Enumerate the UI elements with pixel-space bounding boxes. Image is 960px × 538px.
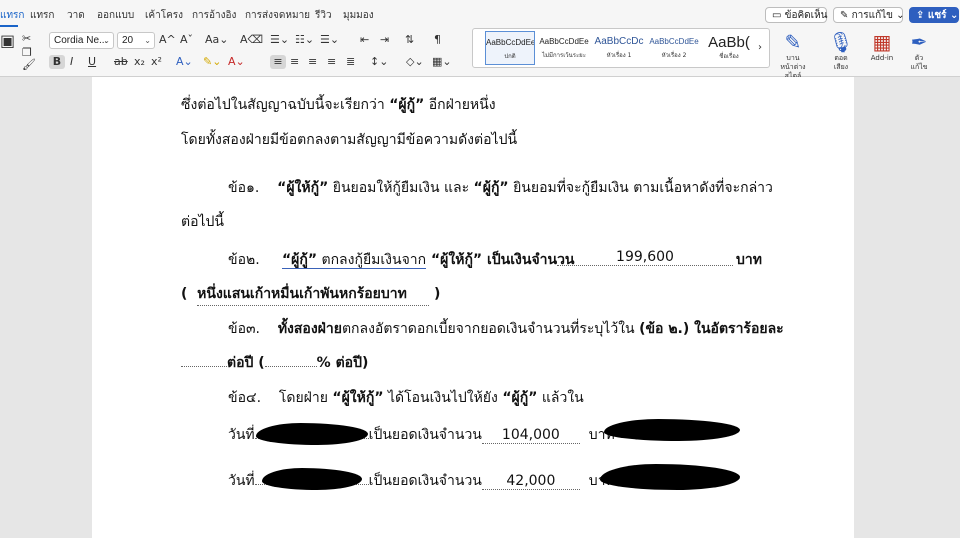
editing-mode-button[interactable]: ✎ การแก้ไข ⌄ — [833, 7, 905, 23]
styles-pane-icon: ✎ — [784, 30, 802, 54]
ribbon-tabs: แทรก แทรก วาด ออกแบบ เค้าโครง การอ้างอิง… — [0, 0, 960, 30]
comments-button[interactable]: ▭ ข้อคิดเห็น — [765, 7, 828, 23]
clear-formatting-icon[interactable]: A⌫ — [240, 33, 263, 47]
increase-indent-icon[interactable]: ⇥ — [380, 33, 389, 47]
align-right-button[interactable]: ≡ — [308, 55, 317, 69]
active-tab-indicator — [0, 25, 18, 27]
doc-line-1: ซึ่งต่อไปในสัญญาฉบับนี้จะเรียกว่า “ผู้กู… — [181, 97, 496, 113]
underline-button[interactable]: U — [88, 55, 96, 69]
tab-design[interactable]: ออกแบบ — [97, 8, 134, 23]
share-button[interactable]: ⇪ แชร์ ⌄ — [909, 7, 959, 23]
tab-insert-partial[interactable]: แทรก — [0, 8, 24, 23]
text-effects-icon[interactable]: A⌄ — [176, 55, 193, 69]
addin-button[interactable]: ▦ Add-in — [866, 30, 898, 63]
loan-amount: 199,600 — [557, 249, 733, 266]
decrease-indent-icon[interactable]: ⇤ — [360, 33, 369, 47]
dictate-button[interactable]: 🎙 ตอด เสียง — [826, 30, 856, 72]
borders-icon[interactable]: ▦⌄ — [432, 55, 452, 69]
clause-1-continued: ต่อไปนี้ — [181, 214, 224, 230]
interest-rate-line: ต่อปี (% ต่อปี) — [181, 352, 368, 374]
sort-icon[interactable]: ⇅ — [405, 33, 414, 47]
font-name-select[interactable]: Cordia Ne... ⌄ — [49, 32, 114, 49]
microphone-icon: 🎙 — [828, 30, 854, 54]
doc-line-2: โดยทั้งสองฝ่ายมีข้อตกลงตามสัญญามีข้อความ… — [181, 132, 518, 148]
clause-4: ข้อ๔. โดยฝ่าย “ผู้ให้กู้” ได้โอนเงินไปให… — [228, 390, 584, 406]
grow-font-icon[interactable]: A^ — [159, 33, 176, 47]
tab-references[interactable]: การอ้างอิง — [192, 8, 236, 23]
share-icon: ⇪ — [916, 10, 925, 21]
tab-layout[interactable]: เค้าโครง — [145, 8, 183, 23]
change-case-icon[interactable]: Aa⌄ — [205, 33, 228, 47]
clause-1: ข้อ๑. “ผู้ให้กู้” ยินยอมให้กู้ยืมเงิน แล… — [228, 180, 773, 196]
align-center-button[interactable]: ≡ — [290, 55, 299, 69]
style-normal[interactable]: AaBbCcDdEe ปกติ — [485, 31, 535, 65]
style-title[interactable]: AaBb( ชื่อเรื่อง — [704, 31, 754, 65]
chevron-down-icon: ⌄ — [896, 10, 905, 21]
styles-pane-button[interactable]: ✎ บาน หน้าต่างสไตล์ — [773, 30, 813, 81]
show-formatting-icon[interactable]: ¶ — [434, 33, 441, 47]
distributed-button[interactable]: ≣ — [346, 55, 355, 69]
tab-mailings[interactable]: การส่งจดหมาย — [245, 8, 310, 23]
format-painter-icon[interactable]: 🖌 — [22, 58, 36, 72]
editor-button[interactable]: ✒ ตัว แก้ไข — [904, 30, 934, 72]
multilevel-list-icon[interactable]: ☰⌄ — [320, 33, 339, 47]
editor-pen-icon: ✒ — [910, 30, 928, 54]
shrink-font-icon[interactable]: Aˇ — [180, 33, 193, 47]
bullets-icon[interactable]: ☰⌄ — [270, 33, 289, 47]
loan-amount-words: ( หนึ่งแสนเก้าหมื่นเก้าพันหกร้อยบาท ) — [181, 283, 440, 306]
tab-view[interactable]: มุมมอง — [343, 8, 374, 23]
addin-grid-icon: ▦ — [872, 30, 892, 54]
redaction-mark — [262, 468, 362, 490]
tab-insert[interactable]: แทรก — [30, 8, 54, 23]
italic-button[interactable]: I — [70, 55, 73, 69]
style-no-spacing[interactable]: AaBbCcDdEe ไม่มีการเว้นระยะ — [539, 31, 589, 65]
font-size-select[interactable]: 20 ⌄ — [117, 32, 155, 49]
redaction-mark — [256, 423, 368, 445]
redaction-mark — [600, 464, 740, 490]
align-left-button[interactable]: ≡ — [270, 55, 286, 69]
highlight-icon[interactable]: ✎⌄ — [203, 55, 221, 69]
chevron-right-icon[interactable]: › — [758, 41, 762, 55]
clause-3: ข้อ๓. ทั้งสองฝ่ายตกลงอัตราดอกเบี้ยจากยอด… — [228, 321, 784, 337]
superscript-button[interactable]: x² — [151, 55, 162, 69]
clause-2: ข้อ๒. “ผู้กู้” ตกลงกู้ยืมเงินจาก “ผู้ให้… — [228, 252, 575, 269]
tab-review[interactable]: รีวิว — [315, 8, 332, 23]
subscript-button[interactable]: x₂ — [134, 55, 145, 69]
strikethrough-button[interactable]: ab — [114, 55, 128, 69]
chevron-down-icon: ⌄ — [144, 36, 151, 45]
shading-icon[interactable]: ◇⌄ — [406, 55, 424, 69]
paste-icon[interactable]: ▣ — [0, 33, 15, 49]
numbering-icon[interactable]: ☷⌄ — [295, 33, 314, 47]
font-color-icon[interactable]: A⌄ — [228, 55, 245, 69]
bold-button[interactable]: B — [49, 55, 65, 69]
chevron-down-icon: ⌄ — [949, 10, 959, 21]
tab-draw[interactable]: วาด — [67, 8, 85, 23]
style-heading-2[interactable]: AaBbCcDdEe หัวเรื่อง 2 — [649, 31, 699, 65]
line-spacing-icon[interactable]: ↕⌄ — [370, 55, 388, 69]
chevron-down-icon: ⌄ — [103, 36, 110, 45]
justify-button[interactable]: ≡ — [327, 55, 336, 69]
comment-icon: ▭ — [772, 10, 782, 21]
styles-gallery: AaBbCcDdEe ปกติ AaBbCcDdEe ไม่มีการเว้นร… — [472, 28, 770, 68]
loan-amount-unit: บาท — [736, 252, 762, 268]
style-heading-1[interactable]: AaBbCcDc หัวเรื่อง 1 — [594, 31, 644, 65]
pencil-icon: ✎ — [840, 10, 849, 21]
cut-icon[interactable]: ✂ — [22, 32, 31, 46]
redaction-mark — [604, 419, 740, 441]
